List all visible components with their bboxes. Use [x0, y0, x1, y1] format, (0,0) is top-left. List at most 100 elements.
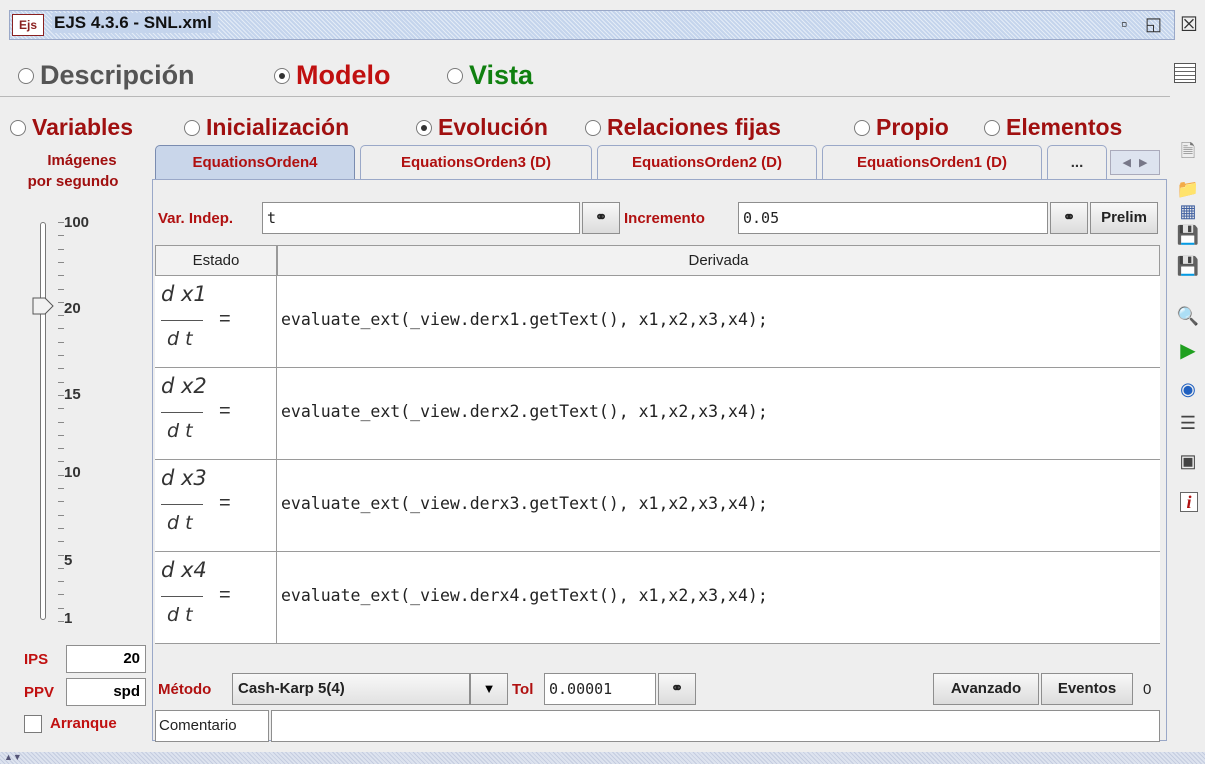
open-folder-icon[interactable]: 📁	[1176, 178, 1200, 200]
save-as-icon[interactable]: 💾	[1176, 255, 1200, 277]
column-header-derivada[interactable]: Derivada	[277, 245, 1160, 276]
equals-sign: =	[219, 584, 231, 606]
increment-field[interactable]: 0.05	[738, 202, 1048, 234]
save-icon[interactable]: 💾	[1176, 224, 1200, 246]
search-doc-icon[interactable]: 🔍	[1176, 305, 1200, 327]
subtab-evolucion-label: Evolución	[438, 114, 548, 140]
restore-icon[interactable]: ▫	[1121, 14, 1127, 35]
column-header-estado[interactable]: Estado	[155, 245, 277, 276]
fraction-line	[161, 596, 203, 597]
fps-tick-mark	[58, 342, 64, 343]
tab-equations-orden4[interactable]: EquationsOrden4	[155, 145, 355, 180]
fps-tick-mark	[58, 355, 64, 356]
mode-descripcion[interactable]: Descripción	[18, 60, 195, 91]
prelim-button[interactable]: Prelim	[1090, 202, 1158, 234]
derivative-code[interactable]: evaluate_ext(_view.derx4.getText(), x1,x…	[281, 586, 768, 605]
indep-var-field[interactable]: t	[262, 202, 580, 234]
link-icon[interactable]: ⚭	[658, 673, 696, 705]
fps-tick-mark	[58, 328, 64, 329]
derivative-denominator: d t	[167, 328, 193, 350]
stack-icon[interactable]: ☰	[1176, 412, 1200, 434]
state-cell[interactable]: d x1 d t =	[155, 276, 277, 367]
radio-vista[interactable]	[447, 67, 463, 84]
scroll-right-icon[interactable]: ▶	[1139, 156, 1147, 169]
properties-icon[interactable]: ▣	[1176, 450, 1200, 472]
subtab-relaciones-fijas[interactable]: Relaciones fijas	[585, 114, 781, 141]
scroll-left-icon[interactable]: ◀	[1123, 156, 1131, 169]
mode-modelo[interactable]: Modelo	[274, 60, 391, 91]
tab-equations-orden3[interactable]: EquationsOrden3 (D)	[360, 145, 592, 180]
chevron-down-icon[interactable]: ▼	[470, 673, 508, 705]
slider-thumb-icon	[32, 297, 54, 315]
maximize-icon[interactable]: ◱	[1145, 14, 1162, 35]
subtab-propio[interactable]: Propio	[854, 114, 949, 141]
ips-field[interactable]: 20	[66, 645, 146, 673]
radio-modelo[interactable]	[274, 67, 290, 84]
fps-tick-mark	[58, 422, 64, 423]
info-icon[interactable]: i	[1180, 492, 1198, 512]
fps-slider-thumb[interactable]	[32, 297, 54, 315]
link-icon[interactable]: ⚭	[1050, 202, 1088, 234]
table-row[interactable]: d x4 d t = evaluate_ext(_view.derx4.getT…	[155, 552, 1160, 644]
divider	[0, 96, 1170, 97]
window-title: EJS 4.3.6 - SNL.xml	[52, 13, 218, 33]
subtab-evolucion[interactable]: Evolución	[416, 114, 548, 141]
radio-inicializacion[interactable]	[184, 119, 200, 136]
comment-field[interactable]	[271, 710, 1160, 742]
autostart-label: Arranque	[50, 715, 117, 732]
method-select[interactable]: Cash-Karp 5(4)	[232, 673, 470, 705]
table-row[interactable]: d x1 d t = evaluate_ext(_view.derx1.getT…	[155, 276, 1160, 368]
radio-elementos[interactable]	[984, 119, 1000, 136]
radio-variables[interactable]	[10, 119, 26, 136]
indep-var-label: Var. Indep.	[158, 210, 234, 227]
tab-equations-orden2[interactable]: EquationsOrden2 (D)	[597, 145, 817, 180]
run-icon[interactable]: ▶	[1176, 340, 1200, 362]
table-row[interactable]: d x3 d t = evaluate_ext(_view.derx3.getT…	[155, 460, 1160, 552]
state-cell[interactable]: d x4 d t =	[155, 552, 277, 643]
fps-slider-track[interactable]	[40, 222, 46, 620]
derivative-code[interactable]: evaluate_ext(_view.derx3.getText(), x1,x…	[281, 494, 768, 513]
link-icon[interactable]: ⚭	[582, 202, 620, 234]
mode-vista[interactable]: Vista	[447, 60, 533, 91]
subtab-variables[interactable]: Variables	[10, 114, 133, 141]
fps-tick-mark	[58, 594, 64, 595]
close-icon[interactable]: ☒	[1180, 12, 1198, 37]
state-cell[interactable]: d x3 d t =	[155, 460, 277, 551]
tab-more[interactable]: ...	[1047, 145, 1107, 180]
subtab-elementos[interactable]: Elementos	[984, 114, 1122, 141]
radio-descripcion[interactable]	[18, 67, 34, 84]
equals-sign: =	[219, 400, 231, 422]
fps-tick-mark	[58, 275, 64, 276]
splitter-bar[interactable]	[0, 752, 1205, 764]
table-row[interactable]: d x2 d t = evaluate_ext(_view.derx2.getT…	[155, 368, 1160, 460]
derivative-code[interactable]: evaluate_ext(_view.derx1.getText(), x1,x…	[281, 310, 768, 329]
new-file-icon[interactable]: 🗎	[1176, 140, 1200, 162]
ppv-field[interactable]: spd	[66, 678, 146, 706]
comment-label: Comentario	[155, 710, 269, 742]
state-cell[interactable]: d x2 d t =	[155, 368, 277, 459]
derivative-denominator: d t	[167, 420, 193, 442]
tab-scroll-buttons[interactable]: ◀ ▶	[1110, 150, 1160, 175]
tab-equations-orden1[interactable]: EquationsOrden1 (D)	[822, 145, 1042, 180]
fps-label-line2: por segundo	[27, 173, 119, 190]
fps-tick-mark	[58, 262, 64, 263]
autostart-checkbox[interactable]	[24, 715, 42, 733]
events-button[interactable]: Eventos	[1041, 673, 1133, 705]
fps-tick-mark	[58, 382, 64, 383]
advanced-button[interactable]: Avanzado	[933, 673, 1039, 705]
subtab-inicializacion[interactable]: Inicialización	[184, 114, 349, 141]
tolerance-field[interactable]: 0.00001	[544, 673, 656, 705]
radio-propio[interactable]	[854, 119, 870, 136]
table-icon[interactable]	[1174, 63, 1196, 83]
radio-evolucion[interactable]	[416, 119, 432, 136]
subtab-propio-label: Propio	[876, 114, 949, 140]
fps-tick-label: 100	[64, 214, 90, 231]
splitter-arrows-icon[interactable]: ▲▼	[4, 752, 22, 762]
radio-relaciones-fijas[interactable]	[585, 119, 601, 136]
fps-tick-mark	[58, 222, 64, 223]
derivative-code[interactable]: evaluate_ext(_view.derx2.getText(), x1,x…	[281, 402, 768, 421]
network-icon[interactable]: ▦	[1176, 200, 1200, 222]
mode-descripcion-label: Descripción	[40, 60, 195, 90]
web-icon[interactable]: ◉	[1176, 378, 1200, 400]
derivative-numerator: d x4	[161, 558, 207, 582]
